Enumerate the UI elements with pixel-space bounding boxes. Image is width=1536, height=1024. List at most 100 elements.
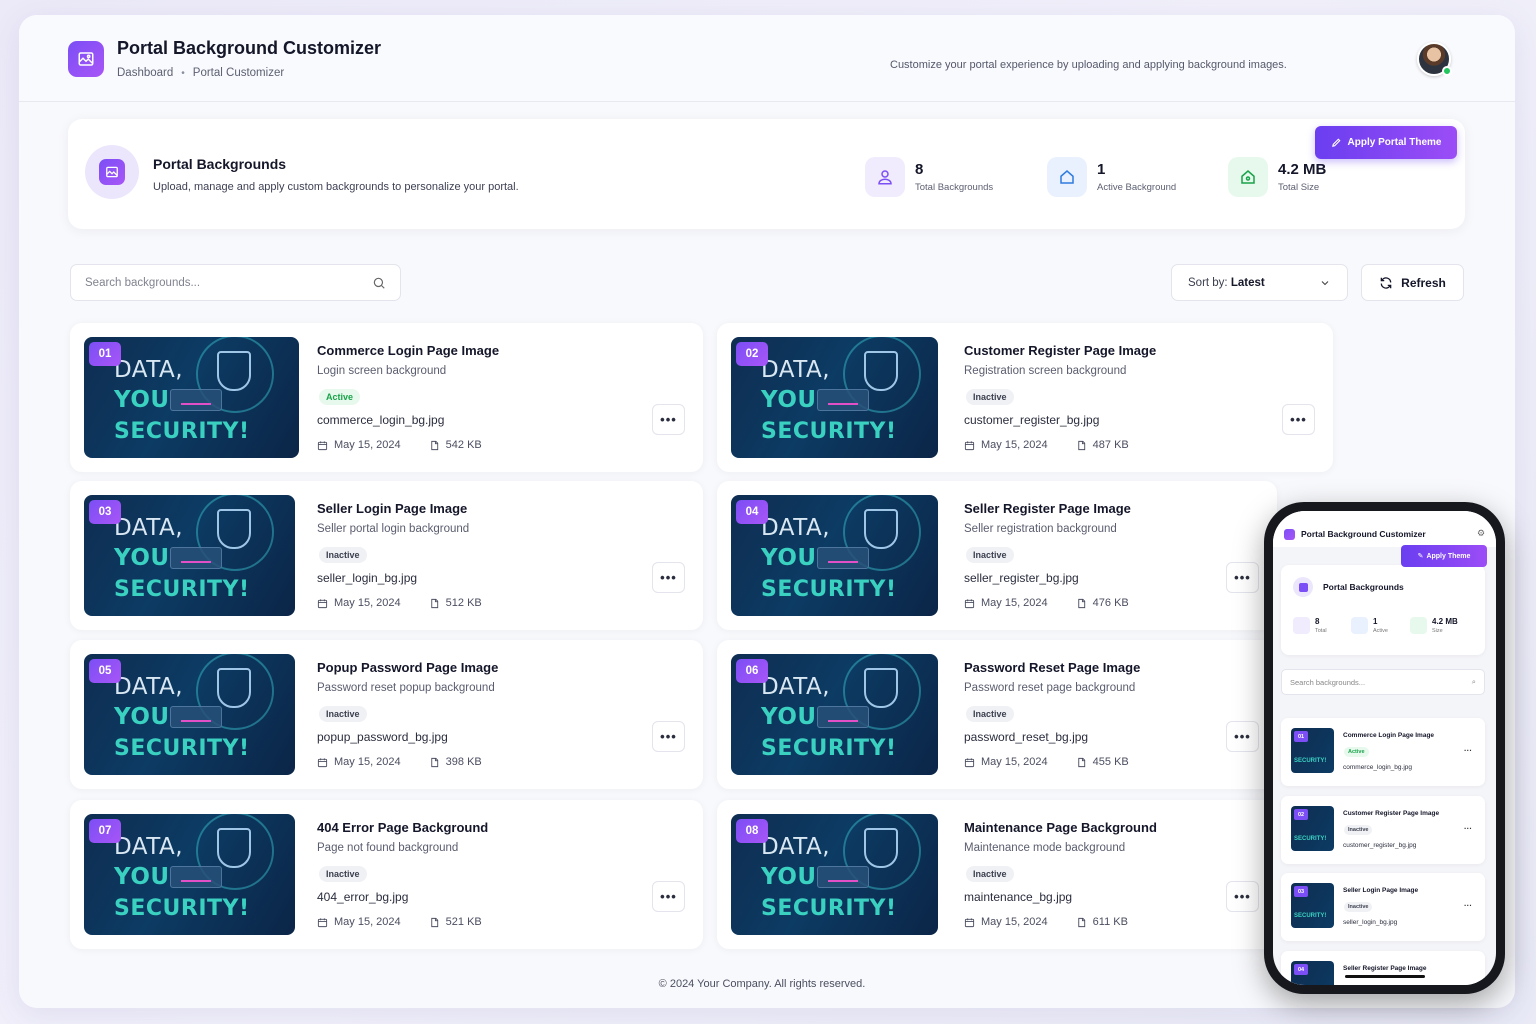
background-card[interactable]: DATA, YOU SECURITY! 04 Seller Register P… bbox=[717, 481, 1277, 630]
mobile-storage-icon bbox=[1410, 617, 1427, 634]
thumbnail-text: DATA, bbox=[761, 515, 831, 541]
background-card[interactable]: DATA, YOU SECURITY! 03 Seller Login Page… bbox=[70, 481, 703, 630]
avatar[interactable] bbox=[1417, 42, 1452, 76]
mobile-more-button[interactable]: ··· bbox=[1464, 746, 1472, 755]
background-thumbnail[interactable]: DATA, YOU SECURITY! 06 bbox=[731, 654, 938, 775]
home-indicator bbox=[1345, 975, 1425, 978]
sort-dropdown[interactable]: Sort by: Latest bbox=[1171, 264, 1348, 301]
card-filename: commerce_login_bg.jpg bbox=[317, 413, 445, 427]
background-card[interactable]: DATA, YOU SECURITY! 08 Maintenance Page … bbox=[717, 800, 1277, 949]
card-number-badge: 05 bbox=[89, 659, 121, 683]
background-card[interactable]: DATA, YOU SECURITY! 07 404 Error Page Ba… bbox=[70, 800, 703, 949]
card-description: Password reset page background bbox=[964, 682, 1136, 694]
stat-size-label: Total Size bbox=[1278, 182, 1320, 193]
mobile-apply-theme-button[interactable]: ✎ Apply Theme bbox=[1401, 545, 1487, 567]
more-options-button[interactable]: ••• bbox=[652, 721, 685, 752]
card-date-value: May 15, 2024 bbox=[981, 756, 1048, 768]
calendar-icon bbox=[964, 598, 975, 609]
mobile-item-title: Commerce Login Page Image bbox=[1343, 732, 1435, 739]
card-date-value: May 15, 2024 bbox=[334, 916, 401, 928]
card-size: 455 KB bbox=[1076, 756, 1129, 768]
more-options-button[interactable]: ••• bbox=[652, 562, 685, 593]
background-thumbnail[interactable]: DATA, YOU SECURITY! 07 bbox=[84, 814, 295, 935]
refresh-label: Refresh bbox=[1401, 275, 1446, 290]
card-size: 521 KB bbox=[429, 916, 482, 928]
card-title: Password Reset Page Image bbox=[964, 660, 1141, 675]
more-options-button[interactable]: ••• bbox=[652, 881, 685, 912]
card-description: Maintenance mode background bbox=[964, 842, 1126, 854]
mobile-status-badge: Inactive bbox=[1344, 902, 1373, 912]
thumbnail-text: YOU bbox=[114, 545, 170, 571]
mobile-stat-total-value: 8 bbox=[1315, 617, 1320, 626]
more-icon: ••• bbox=[660, 729, 677, 744]
card-filename: 404_error_bg.jpg bbox=[317, 890, 409, 904]
more-options-button[interactable]: ••• bbox=[1282, 404, 1315, 435]
background-card[interactable]: DATA, YOU SECURITY! 05 Popup Password Pa… bbox=[70, 640, 703, 789]
mobile-status-badge: Active bbox=[1344, 747, 1369, 757]
thumbnail-text: YOU bbox=[761, 387, 817, 413]
mobile-thumbnail: 02 SECURITY! bbox=[1291, 806, 1334, 851]
thumbnail-text: SECURITY! bbox=[761, 736, 897, 761]
card-meta: May 15, 2024 487 KB bbox=[964, 439, 1129, 451]
background-thumbnail[interactable]: DATA, YOU SECURITY! 05 bbox=[84, 654, 295, 775]
mobile-more-button[interactable]: ··· bbox=[1464, 824, 1472, 833]
background-thumbnail[interactable]: DATA, YOU SECURITY! 08 bbox=[731, 814, 938, 935]
refresh-button[interactable]: Refresh bbox=[1361, 264, 1464, 301]
card-title: Seller Login Page Image bbox=[317, 501, 468, 516]
background-card[interactable]: DATA, YOU SECURITY! 02 Customer Register… bbox=[717, 323, 1333, 472]
more-options-button[interactable]: ••• bbox=[652, 404, 685, 435]
background-card[interactable]: DATA, YOU SECURITY! 01 Commerce Login Pa… bbox=[70, 323, 703, 472]
breadcrumb-separator: • bbox=[181, 67, 185, 79]
mobile-summary-title: Portal Backgrounds bbox=[1323, 582, 1404, 592]
mobile-more-button[interactable]: ··· bbox=[1464, 901, 1472, 910]
background-thumbnail[interactable]: DATA, YOU SECURITY! 03 bbox=[84, 495, 295, 616]
background-thumbnail[interactable]: DATA, YOU SECURITY! 02 bbox=[731, 337, 938, 458]
card-size: 487 KB bbox=[1076, 439, 1129, 451]
shield-icon bbox=[217, 828, 251, 868]
more-icon: ••• bbox=[660, 570, 677, 585]
thumbnail-text: YOU bbox=[114, 387, 170, 413]
status-badge: Active bbox=[319, 389, 361, 405]
mobile-thumbnail: 04 SECURITY! bbox=[1291, 961, 1334, 985]
more-options-button[interactable]: ••• bbox=[1226, 721, 1259, 752]
mobile-item-filename: customer_register_bg.jpg bbox=[1343, 842, 1417, 849]
apply-portal-theme-button[interactable]: Apply Portal Theme bbox=[1315, 126, 1457, 159]
thumbnail-login-panel bbox=[817, 547, 869, 569]
mobile-list-item[interactable]: 03 SECURITY! Seller Login Page Image Ina… bbox=[1281, 873, 1485, 941]
thumbnail-text: DATA, bbox=[114, 357, 184, 383]
file-icon bbox=[429, 757, 440, 768]
thumbnail-login-panel bbox=[170, 866, 222, 888]
mobile-list-item[interactable]: 04 SECURITY! Seller Register Page Image bbox=[1281, 951, 1485, 985]
thumbnail-text: YOU bbox=[761, 864, 817, 890]
settings-icon[interactable]: ⚙ bbox=[1477, 528, 1485, 539]
card-title: Popup Password Page Image bbox=[317, 660, 499, 675]
card-size: 611 KB bbox=[1076, 916, 1128, 928]
mobile-search-input[interactable]: Search backgrounds... ⌕ bbox=[1281, 669, 1485, 695]
search-field[interactable] bbox=[70, 264, 401, 301]
background-thumbnail[interactable]: DATA, YOU SECURITY! 04 bbox=[731, 495, 938, 616]
more-options-button[interactable]: ••• bbox=[1226, 881, 1259, 912]
breadcrumb-dashboard[interactable]: Dashboard bbox=[117, 67, 173, 79]
more-icon: ••• bbox=[1234, 729, 1251, 744]
background-card[interactable]: DATA, YOU SECURITY! 06 Password Reset Pa… bbox=[717, 640, 1277, 789]
breadcrumb: Dashboard • Portal Customizer bbox=[117, 67, 284, 79]
gallery-icon bbox=[85, 145, 139, 199]
card-meta: May 15, 2024 521 KB bbox=[317, 916, 482, 928]
background-thumbnail[interactable]: DATA, YOU SECURITY! 01 bbox=[84, 337, 299, 458]
brush-icon bbox=[1331, 138, 1341, 147]
status-badge: Inactive bbox=[966, 866, 1014, 882]
storage-icon bbox=[1228, 157, 1268, 197]
mobile-list-item[interactable]: 01 SECURITY! Commerce Login Page Image A… bbox=[1281, 718, 1485, 786]
mobile-preview: Portal Background Customizer ⚙ ✎ Apply T… bbox=[1264, 502, 1505, 994]
mobile-list-item[interactable]: 02 SECURITY! Customer Register Page Imag… bbox=[1281, 796, 1485, 864]
card-size-value: 521 KB bbox=[445, 916, 482, 928]
card-date-value: May 15, 2024 bbox=[981, 916, 1048, 928]
card-number-badge: 02 bbox=[736, 342, 768, 366]
card-title: Seller Register Page Image bbox=[964, 501, 1131, 516]
search-input[interactable] bbox=[85, 276, 372, 289]
card-description: Login screen background bbox=[317, 365, 447, 377]
online-status-dot bbox=[1442, 66, 1452, 76]
more-options-button[interactable]: ••• bbox=[1226, 562, 1259, 593]
card-description: Seller registration background bbox=[964, 523, 1117, 535]
stat-total: 8 Total Backgrounds bbox=[865, 157, 993, 197]
